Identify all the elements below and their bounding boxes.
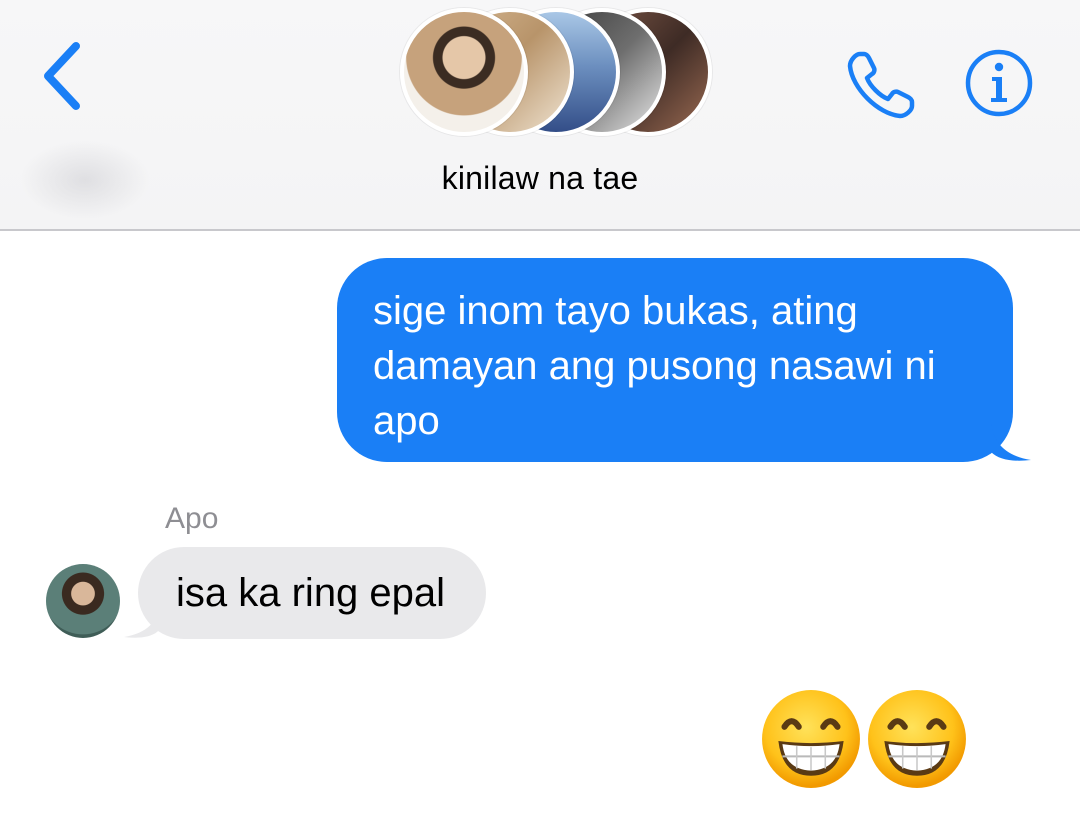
phone-icon [847, 51, 915, 119]
grinning-face-icon [762, 690, 860, 788]
messages-screen: kinilaw na tae sige inom tayo bukas, ati… [0, 0, 1080, 837]
call-button[interactable] [844, 48, 918, 122]
bubble-tail [124, 603, 160, 638]
outgoing-message-bubble[interactable]: sige inom tayo bukas, ating damayan ang … [337, 258, 1031, 462]
info-button[interactable] [964, 48, 1034, 118]
chevron-left-icon [44, 42, 80, 110]
bubble-tail [991, 422, 1031, 461]
sender-name: Apo [165, 502, 219, 535]
grinning-face-icon [868, 690, 966, 788]
group-member-avatar [400, 8, 528, 136]
sender-avatar[interactable] [46, 564, 120, 638]
group-name[interactable]: kinilaw na tae [0, 160, 1080, 197]
incoming-message-bubble[interactable]: isa ka ring epal [124, 547, 486, 639]
info-icon [965, 49, 1033, 117]
conversation-header: kinilaw na tae [0, 0, 1080, 231]
message-text: isa ka ring epal [176, 571, 446, 615]
outgoing-emoji-message[interactable] [756, 688, 976, 788]
back-button[interactable] [30, 36, 100, 116]
message-text: sige inom tayo bukas, ating damayan ang … [373, 289, 936, 443]
group-avatar-stack[interactable] [400, 8, 712, 140]
